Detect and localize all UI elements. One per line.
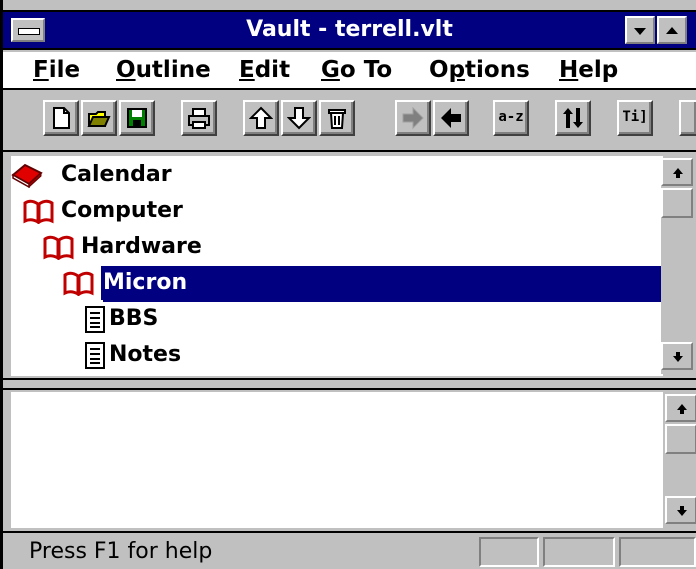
menu-go-to[interactable]: Go To: [321, 56, 392, 84]
menu-help[interactable]: Help: [559, 56, 618, 84]
minimize-icon: [634, 28, 646, 35]
open-book-icon: [23, 199, 54, 224]
outline-scroll-down-button[interactable]: [661, 342, 693, 370]
swap-arrows-icon: [563, 108, 583, 128]
save-button[interactable]: [119, 100, 155, 136]
toolbar: a-z Ti]: [3, 90, 696, 152]
status-panel-2: [543, 537, 615, 567]
save-disk-icon: [127, 108, 147, 128]
maximize-icon: [666, 27, 678, 34]
new-button[interactable]: [43, 100, 79, 136]
scroll-down-arrow-icon: [673, 352, 683, 362]
pane-splitter[interactable]: [3, 378, 696, 390]
open-book-icon: [63, 271, 94, 296]
open-button[interactable]: [81, 100, 117, 136]
forward-button[interactable]: [395, 100, 431, 136]
menu-outline[interactable]: Outline: [116, 56, 211, 84]
page-icon: [85, 342, 105, 369]
status-bar: Press F1 for help: [3, 531, 696, 569]
more-toolbar-button[interactable]: [679, 100, 696, 136]
back-button[interactable]: [433, 100, 469, 136]
printer-icon: [188, 108, 210, 129]
text-format-label: Ti]: [622, 109, 648, 125]
scroll-up-arrow-icon: [677, 404, 687, 414]
menu-edit[interactable]: Edit: [239, 56, 290, 84]
menu-options[interactable]: Options: [429, 56, 530, 84]
status-panel-3: [619, 537, 696, 567]
open-book-icon: [43, 235, 74, 260]
print-button[interactable]: [181, 100, 217, 136]
scroll-up-arrow-icon: [673, 168, 683, 178]
note-scroll-down-button[interactable]: [665, 496, 696, 524]
note-scrollbar[interactable]: [665, 394, 696, 526]
menu-bar: File Outline Edit Go To Options Help: [3, 52, 696, 90]
note-scroll-thumb[interactable]: [665, 424, 696, 454]
status-text: Press F1 for help: [29, 539, 213, 564]
title-bar[interactable]: Vault - terrell.vlt: [3, 10, 696, 50]
window-title: Vault - terrell.vlt: [246, 17, 453, 42]
minimize-button[interactable]: [625, 16, 655, 44]
arrow-right-icon: [402, 106, 424, 130]
note-scroll-up-button[interactable]: [665, 394, 696, 422]
closed-book-icon: [11, 163, 43, 188]
outline-tree[interactable]: Calendar Computer Hardware Micron BBS No…: [11, 156, 663, 376]
sort-button[interactable]: a-z: [493, 100, 529, 136]
trash-icon: [328, 109, 346, 129]
note-editor[interactable]: [11, 392, 663, 528]
outline-scrollbar[interactable]: [661, 158, 695, 374]
move-up-button[interactable]: [243, 100, 279, 136]
maximize-button[interactable]: [657, 16, 687, 44]
outline-scroll-up-button[interactable]: [661, 158, 693, 186]
swap-button[interactable]: [555, 100, 591, 136]
page-icon: [85, 306, 105, 333]
open-folder-icon: [87, 111, 111, 127]
text-format-button[interactable]: Ti]: [617, 100, 653, 136]
delete-button[interactable]: [319, 100, 355, 136]
arrow-up-icon: [249, 106, 273, 129]
menu-file[interactable]: File: [33, 56, 80, 84]
outline-scroll-thumb[interactable]: [661, 188, 693, 218]
move-down-button[interactable]: [281, 100, 317, 136]
new-file-icon: [53, 107, 70, 129]
status-panel-1: [479, 537, 539, 567]
arrow-left-icon: [441, 108, 461, 128]
arrow-down-icon: [287, 107, 311, 130]
app-window: Vault - terrell.vlt File Outline Edit Go…: [0, 0, 696, 569]
sort-label: a-z: [498, 109, 524, 125]
scroll-down-arrow-icon: [677, 506, 687, 516]
